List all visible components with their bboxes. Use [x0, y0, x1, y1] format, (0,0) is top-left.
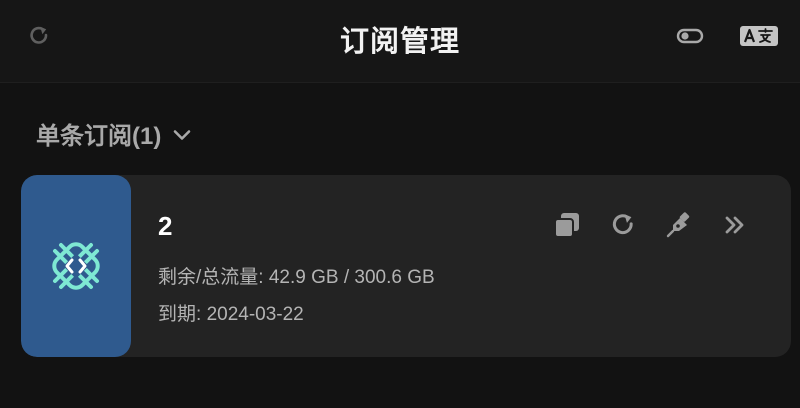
- language-button[interactable]: [739, 16, 779, 56]
- group-title: 单条订阅(1): [36, 123, 162, 150]
- translate-icon: [740, 26, 778, 46]
- toggle-icon: [676, 28, 704, 44]
- edit-button[interactable]: [659, 205, 699, 245]
- subscription-card[interactable]: 2 剩余/总流量: 42.9 GB / 300.6 GB 到期: 2024-03…: [21, 175, 791, 357]
- expiry-info: 到期: 2024-03-22: [158, 299, 304, 326]
- chevron-down-icon: [174, 129, 191, 140]
- more-button[interactable]: [715, 205, 755, 245]
- theme-toggle-button[interactable]: [670, 16, 710, 56]
- group-header[interactable]: 单条订阅(1): [36, 116, 193, 151]
- update-button[interactable]: [603, 205, 643, 245]
- subscription-name: 2: [158, 211, 173, 241]
- expiry-label: 到期:: [158, 304, 202, 325]
- expiry-value: 2024-03-22: [206, 304, 304, 325]
- copy-icon: [554, 213, 579, 238]
- traffic-info: 剩余/总流量: 42.9 GB / 300.6 GB: [158, 262, 435, 289]
- card-actions: [531, 205, 755, 245]
- traffic-label: 剩余/总流量:: [158, 267, 264, 288]
- subscription-logo: [21, 175, 131, 357]
- edit-pen-icon: [666, 212, 690, 238]
- copy-button[interactable]: [547, 205, 587, 245]
- node-logo-icon: [52, 242, 100, 290]
- app-header: 订阅管理: [0, 0, 800, 83]
- refresh-icon: [612, 214, 633, 235]
- more-icon: [725, 216, 744, 234]
- traffic-value: 42.9 GB / 300.6 GB: [268, 267, 435, 288]
